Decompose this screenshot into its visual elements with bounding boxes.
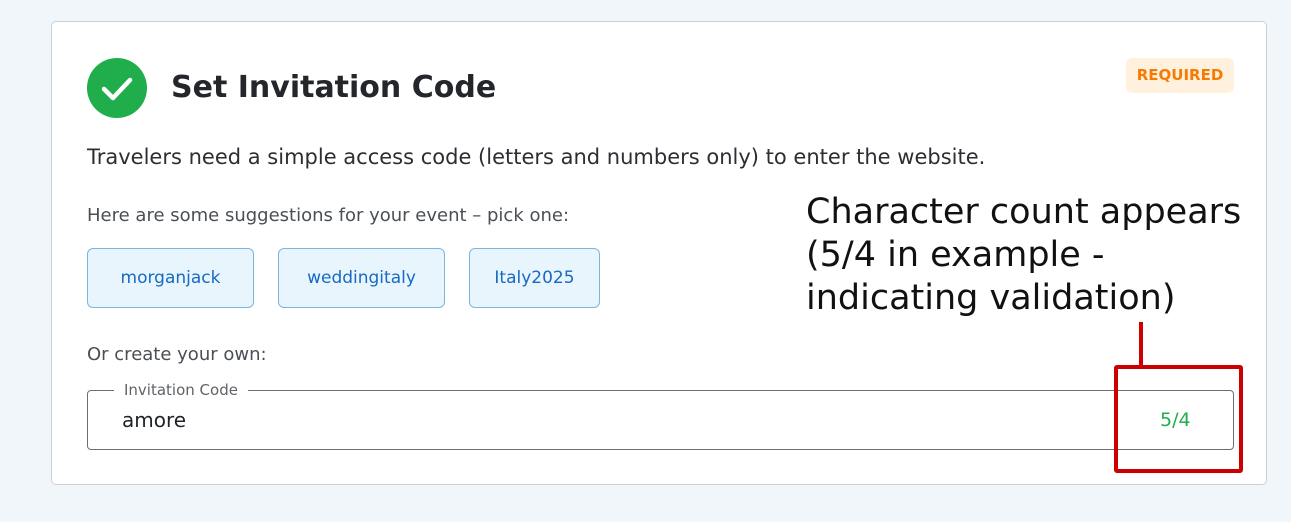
suggestion-chip-italy2025[interactable]: Italy2025: [469, 248, 600, 308]
suggestion-chip-morganjack[interactable]: morganjack: [87, 248, 254, 308]
annotation-connector-line: [1139, 322, 1143, 366]
annotation-callout-text: Character count appears (5/4 in example …: [806, 191, 1241, 320]
invitation-code-input[interactable]: [122, 405, 1022, 435]
card-description: Travelers need a simple access code (let…: [87, 145, 986, 169]
invitation-code-field[interactable]: Invitation Code 5/4: [87, 379, 1234, 450]
check-circle-icon: [87, 58, 147, 118]
annotation-line-2: (5/4 in example -: [806, 235, 1105, 275]
suggestion-chip-weddingitaly[interactable]: weddingitaly: [278, 248, 445, 308]
card-title: Set Invitation Code: [171, 70, 497, 105]
create-own-label: Or create your own:: [87, 344, 267, 365]
required-badge: REQUIRED: [1126, 58, 1234, 93]
annotation-highlight-box: [1114, 365, 1243, 473]
annotation-line-3: indicating validation): [806, 278, 1176, 318]
annotation-line-1: Character count appears: [806, 192, 1242, 232]
suggestions-label: Here are some suggestions for your event…: [87, 205, 570, 226]
invitation-code-field-label: Invitation Code: [114, 379, 248, 401]
